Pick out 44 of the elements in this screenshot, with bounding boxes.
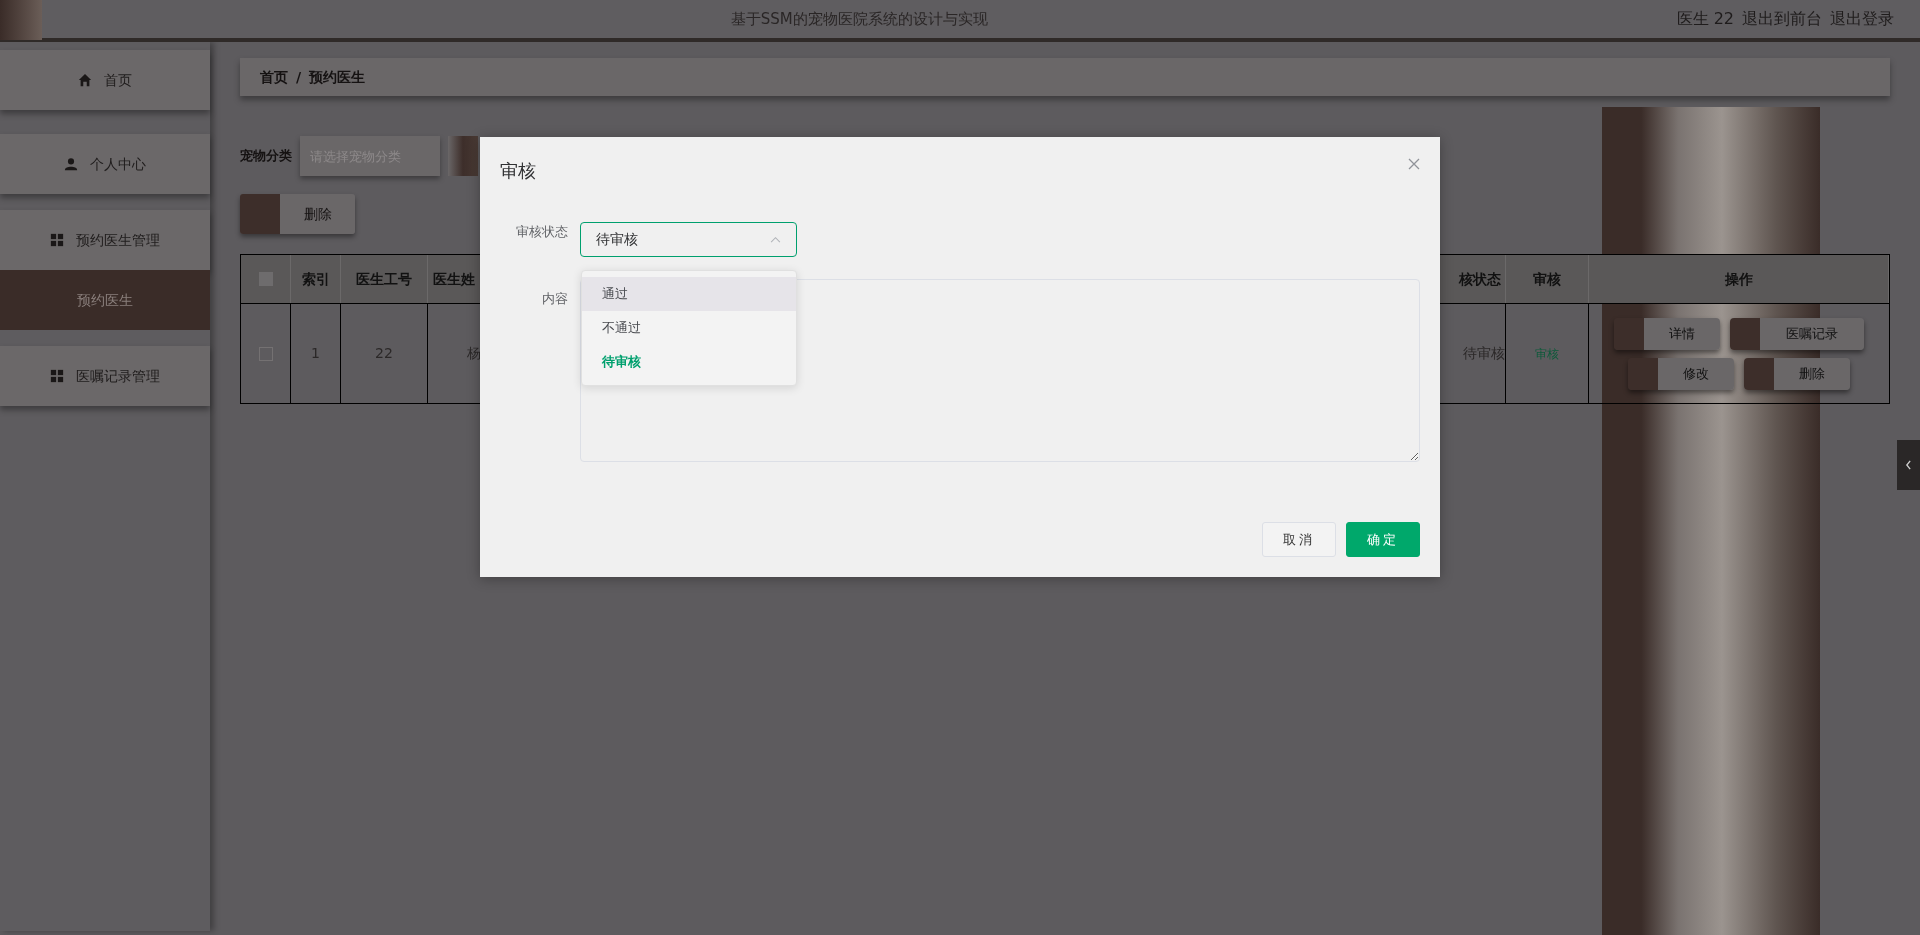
breadcrumb-link[interactable]: 首页	[260, 66, 288, 88]
delete-button[interactable]: 删除	[240, 194, 355, 234]
sidebar-item[interactable]: 预约医生管理	[0, 210, 210, 270]
dropdown-option[interactable]: 不通过	[582, 311, 796, 345]
column-header: 审核	[1506, 255, 1589, 303]
user-label: 医生 22	[1676, 8, 1734, 30]
column-header: 核状态	[1441, 255, 1506, 303]
action-button[interactable]: 删除	[1744, 357, 1850, 390]
field-label: 内容	[541, 290, 568, 308]
close-icon	[1408, 158, 1420, 170]
side-toggle-button[interactable]	[1897, 440, 1920, 490]
header-link[interactable]: 退出到前台	[1742, 7, 1822, 31]
status-select[interactable]: 待审核	[580, 222, 797, 257]
field-label: 审核状态	[515, 223, 568, 241]
confirm-button[interactable]: 确定	[1346, 522, 1420, 557]
caret-icon	[770, 236, 781, 243]
column-header: 索引	[291, 255, 341, 303]
column-header: 医生工号	[341, 255, 428, 303]
column-header: 医生姓	[428, 255, 481, 303]
app-title: 基于SSM的宠物医院系统的设计与实现	[729, 8, 989, 30]
user-icon	[64, 157, 78, 171]
sidebar-item[interactable]: 首页	[0, 50, 210, 110]
column-header: 操作	[1589, 255, 1889, 303]
header-link[interactable]: 退出登录	[1830, 7, 1894, 31]
dropdown-option[interactable]: 待审核	[582, 345, 796, 379]
sidebar-item[interactable]: 个人中心	[0, 134, 210, 194]
search-button[interactable]	[448, 136, 478, 176]
chevron-left-icon	[1905, 460, 1912, 470]
grid-icon	[50, 369, 64, 383]
grid-icon	[50, 233, 64, 247]
breadcrumb-link[interactable]: 预约医生	[309, 66, 366, 88]
action-button[interactable]: 医嘱记录	[1730, 317, 1864, 350]
home-icon	[78, 73, 92, 87]
action-button[interactable]: 详情	[1614, 317, 1720, 350]
logo-block	[0, 0, 42, 40]
breadcrumb-separator: /	[296, 67, 302, 87]
action-button[interactable]: 修改	[1628, 357, 1734, 390]
submenu-item[interactable]: 预约医生	[0, 270, 210, 330]
dialog-title: 审核	[500, 159, 536, 183]
filter-label: 宠物分类	[240, 147, 292, 166]
close-button[interactable]	[1408, 157, 1422, 171]
dropdown-option[interactable]: 通过	[582, 277, 796, 311]
cancel-button[interactable]: 取消	[1262, 522, 1336, 557]
sidebar-item[interactable]: 医嘱记录管理	[0, 346, 210, 406]
